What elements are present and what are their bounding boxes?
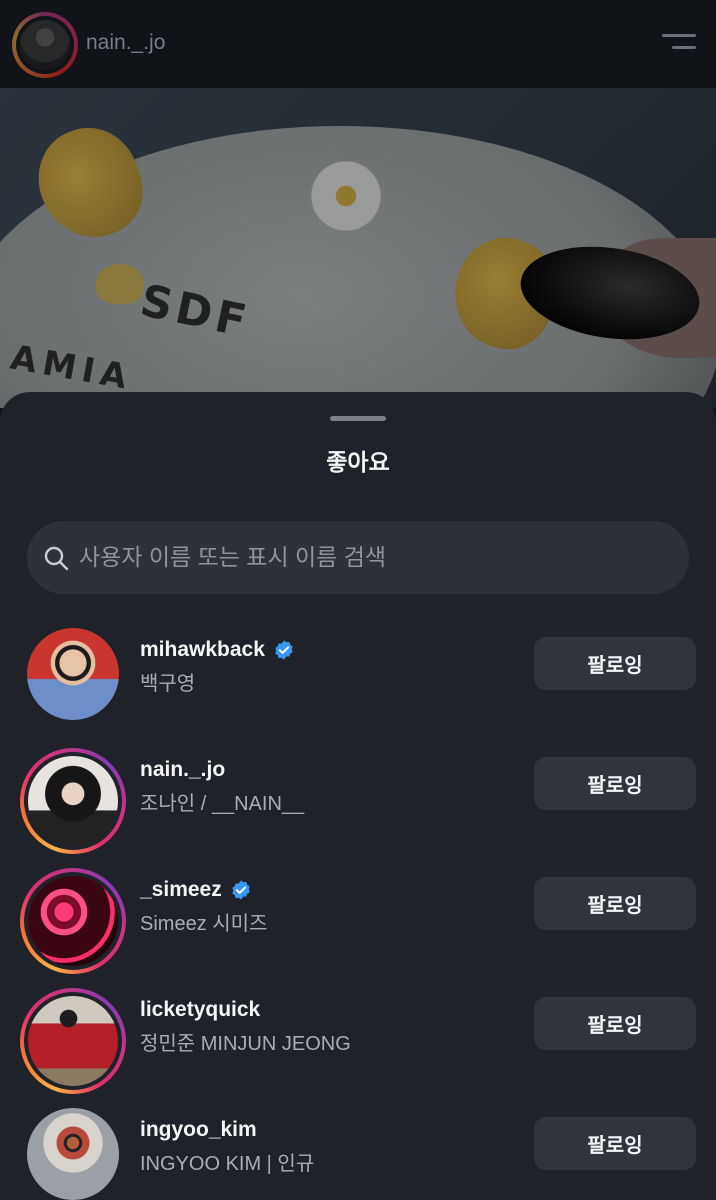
profile-avatar[interactable] xyxy=(12,12,78,78)
username[interactable]: licketyquick xyxy=(140,998,260,1022)
verified-badge-icon xyxy=(232,880,250,900)
avatar[interactable] xyxy=(20,628,126,734)
display-name: INGYOO KIM | 인규 xyxy=(140,1153,315,1175)
avatar-story-ring[interactable] xyxy=(20,868,126,974)
list-item[interactable]: ingyoo_kim INGYOO KIM | 인규 팔로잉 xyxy=(0,1094,716,1200)
following-button[interactable]: 팔로잉 xyxy=(534,997,696,1050)
sheet-drag-handle[interactable] xyxy=(330,416,386,421)
profile-header: nain._.jo xyxy=(0,0,716,88)
post-image: SDF AMIA xyxy=(0,88,716,408)
list-item[interactable]: _simeez Simeez 시미즈 팔로잉 xyxy=(0,854,716,974)
search-input[interactable] xyxy=(79,521,669,594)
display-name: Simeez 시미즈 xyxy=(140,913,268,935)
list-item[interactable]: nain._.jo 조나인 / __NAIN__ 팔로잉 xyxy=(0,734,716,854)
likes-sheet: 좋아요 mihawkback 백구영 팔로잉 nain._.jo 조나인 / _… xyxy=(0,392,716,1200)
heart-decoration xyxy=(96,264,144,304)
header-username[interactable]: nain._.jo xyxy=(86,31,165,55)
sheet-title: 좋아요 xyxy=(326,449,390,475)
following-button[interactable]: 팔로잉 xyxy=(534,757,696,810)
list-item[interactable]: mihawkback 백구영 팔로잉 xyxy=(0,614,716,734)
username[interactable]: nain._.jo xyxy=(140,758,225,782)
following-button[interactable]: 팔로잉 xyxy=(534,1117,696,1170)
avatar[interactable] xyxy=(20,1108,126,1200)
avatar-story-ring[interactable] xyxy=(20,988,126,1094)
avatar-story-ring[interactable] xyxy=(20,748,126,854)
username[interactable]: ingyoo_kim xyxy=(140,1118,257,1142)
search-bar[interactable] xyxy=(27,521,689,594)
daisy-decoration xyxy=(296,146,396,246)
display-name: 조나인 / __NAIN__ xyxy=(140,793,305,815)
username[interactable]: _simeez xyxy=(140,878,222,902)
display-name: 백구영 xyxy=(140,673,196,695)
list-item[interactable]: licketyquick 정민준 MINJUN JEONG 팔로잉 xyxy=(0,974,716,1094)
following-button[interactable]: 팔로잉 xyxy=(534,877,696,930)
search-icon xyxy=(44,546,69,571)
display-name: 정민준 MINJUN JEONG xyxy=(140,1033,351,1055)
username[interactable]: mihawkback xyxy=(140,638,265,662)
following-button[interactable]: 팔로잉 xyxy=(534,637,696,690)
verified-badge-icon xyxy=(275,640,293,660)
hamburger-menu-icon[interactable] xyxy=(662,34,696,54)
